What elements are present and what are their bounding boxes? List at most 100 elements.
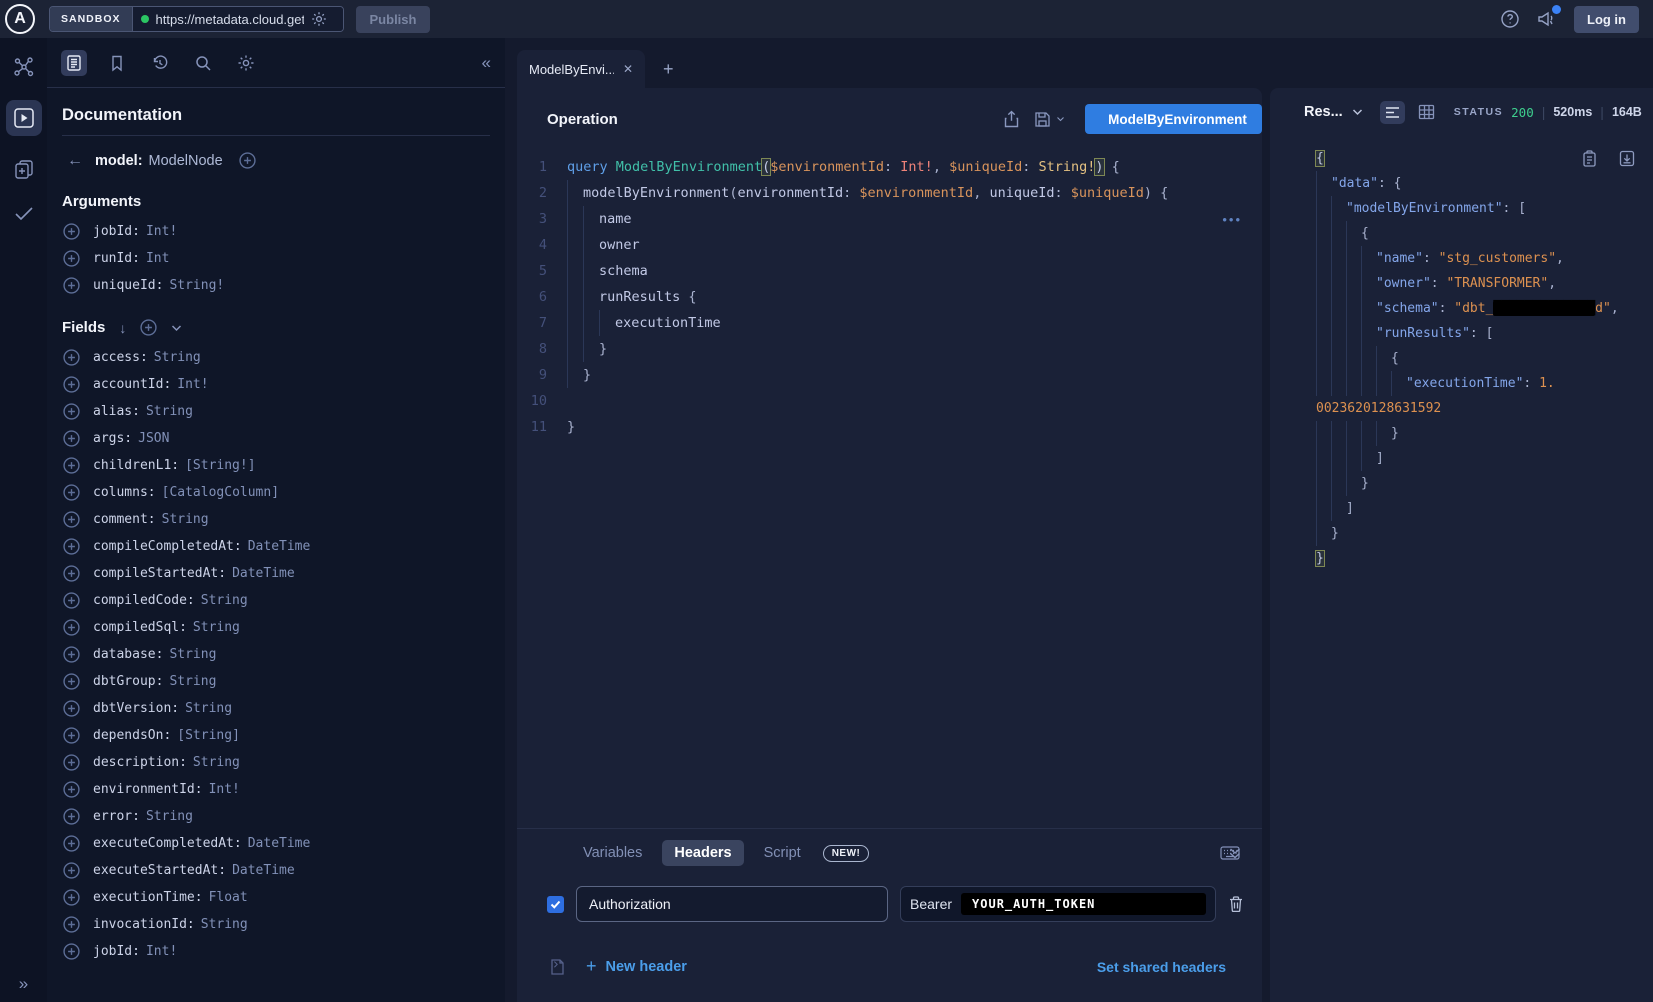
raw-view-icon[interactable] [1380,101,1405,124]
field-name[interactable]: accountId: [93,377,171,392]
field-name[interactable]: jobId: [93,944,140,959]
add-field-icon[interactable] [63,619,80,636]
response-dropdown-chevron-icon[interactable] [1352,108,1363,116]
download-response-icon[interactable] [1619,150,1635,168]
response-json-viewer[interactable]: {"data": {"modelByEnvironment": [{"name"… [1270,132,1653,571]
secondary-tab-headers[interactable]: Headers [662,840,743,866]
history-icon[interactable] [147,50,173,76]
schema-graph-icon[interactable] [13,56,35,78]
back-arrow-icon[interactable]: ← [67,152,83,170]
field-name[interactable]: jobId: [93,224,140,239]
field-name[interactable]: executeCompletedAt: [93,836,242,851]
documentation-tab-icon[interactable] [61,50,87,76]
add-model-field-icon[interactable] [235,148,260,173]
field-name[interactable]: compileCompletedAt: [93,539,242,554]
graphql-editor[interactable]: 1query ModelByEnvironment($environmentId… [517,146,1262,818]
field-name[interactable]: executeStartedAt: [93,863,226,878]
endpoint-settings-gear-icon[interactable] [311,11,327,27]
add-field-icon[interactable] [63,646,80,663]
field-name[interactable]: dbtGroup: [93,674,163,689]
field-name[interactable]: uniqueId: [93,278,163,293]
settings-gear-icon[interactable] [233,50,259,76]
field-name[interactable]: access: [93,350,148,365]
publish-button[interactable]: Publish [356,6,431,33]
breadcrumb-type-link[interactable]: ModelNode [149,153,223,169]
run-operation-button[interactable]: ModelByEnvironment [1085,104,1262,134]
login-button[interactable]: Log in [1574,6,1639,33]
add-field-icon[interactable] [63,673,80,690]
copy-response-icon[interactable] [1582,150,1597,168]
header-enabled-checkbox[interactable] [547,896,564,913]
add-field-icon[interactable] [63,277,80,294]
operation-tab[interactable]: ModelByEnvi... ✕ [517,50,645,88]
field-type[interactable]: DateTime [248,836,311,851]
field-type[interactable]: String [201,917,248,932]
field-type[interactable]: String [193,755,240,770]
add-field-icon[interactable] [63,223,80,240]
field-type[interactable]: DateTime [232,863,295,878]
add-field-icon[interactable] [63,808,80,825]
field-type[interactable]: String [162,512,209,527]
add-field-icon[interactable] [63,916,80,933]
field-type[interactable]: DateTime [232,566,295,581]
add-field-icon[interactable] [63,484,80,501]
add-field-icon[interactable] [63,754,80,771]
field-type[interactable]: String [169,647,216,662]
add-all-fields-icon[interactable] [140,319,157,336]
field-name[interactable]: description: [93,755,187,770]
add-field-icon[interactable] [63,727,80,744]
collapse-secondary-panel-icon[interactable] [1228,846,1242,860]
add-field-icon[interactable] [63,700,80,717]
delete-header-icon[interactable] [1228,895,1244,913]
field-name[interactable]: columns: [93,485,156,500]
add-field-icon[interactable] [63,565,80,582]
saved-operations-bookmark-icon[interactable] [104,50,130,76]
field-name[interactable]: comment: [93,512,156,527]
field-name[interactable]: compileStartedAt: [93,566,226,581]
sort-fields-icon[interactable]: ↓ [119,320,126,336]
field-name[interactable]: invocationId: [93,917,195,932]
field-type[interactable]: JSON [138,431,169,446]
add-field-icon[interactable] [63,250,80,267]
field-type[interactable]: String [201,593,248,608]
field-type[interactable]: Int! [177,377,208,392]
field-name[interactable]: environmentId: [93,782,203,797]
field-name[interactable]: dependsOn: [93,728,171,743]
field-type[interactable]: Float [209,890,248,905]
add-field-icon[interactable] [63,457,80,474]
secondary-tab-script[interactable]: Script [752,840,813,866]
add-field-icon[interactable] [63,889,80,906]
auth-token-value[interactable]: YOUR_AUTH_TOKEN [961,893,1206,915]
add-field-icon[interactable] [63,943,80,960]
header-key-input[interactable]: Authorization [576,886,888,922]
secondary-tab-variables[interactable]: Variables [571,840,654,866]
response-dropdown-label[interactable]: Res... [1304,104,1343,120]
add-field-icon[interactable] [63,511,80,528]
field-type[interactable]: Int! [209,782,240,797]
field-name[interactable]: args: [93,431,132,446]
field-name[interactable]: database: [93,647,163,662]
save-operation-icon[interactable] [1034,111,1065,128]
operation-collection-icon[interactable] [13,158,35,180]
field-type[interactable]: Int! [146,944,177,959]
header-value-input[interactable]: Bearer YOUR_AUTH_TOKEN [900,886,1216,922]
editor-options-ellipsis-icon[interactable]: ••• [1222,212,1242,227]
add-field-icon[interactable] [63,403,80,420]
table-view-icon[interactable] [1414,100,1439,124]
preflight-script-icon[interactable] [549,958,566,976]
field-type[interactable]: String [154,350,201,365]
endpoint-url-input[interactable]: https://metadata.cloud.get [156,12,304,27]
field-type[interactable]: Int! [146,224,177,239]
set-shared-headers-link[interactable]: Set shared headers [1097,959,1226,975]
field-name[interactable]: compiledSql: [93,620,187,635]
field-name[interactable]: error: [93,809,140,824]
new-tab-icon[interactable]: + [663,59,674,80]
add-field-icon[interactable] [63,781,80,798]
field-name[interactable]: dbtVersion: [93,701,179,716]
field-type[interactable]: [CatalogColumn] [162,485,279,500]
add-field-icon[interactable] [63,862,80,879]
field-type[interactable]: String [146,404,193,419]
new-header-button[interactable]: + New header [586,956,687,977]
field-type[interactable]: String [146,809,193,824]
checks-icon[interactable] [12,202,36,224]
